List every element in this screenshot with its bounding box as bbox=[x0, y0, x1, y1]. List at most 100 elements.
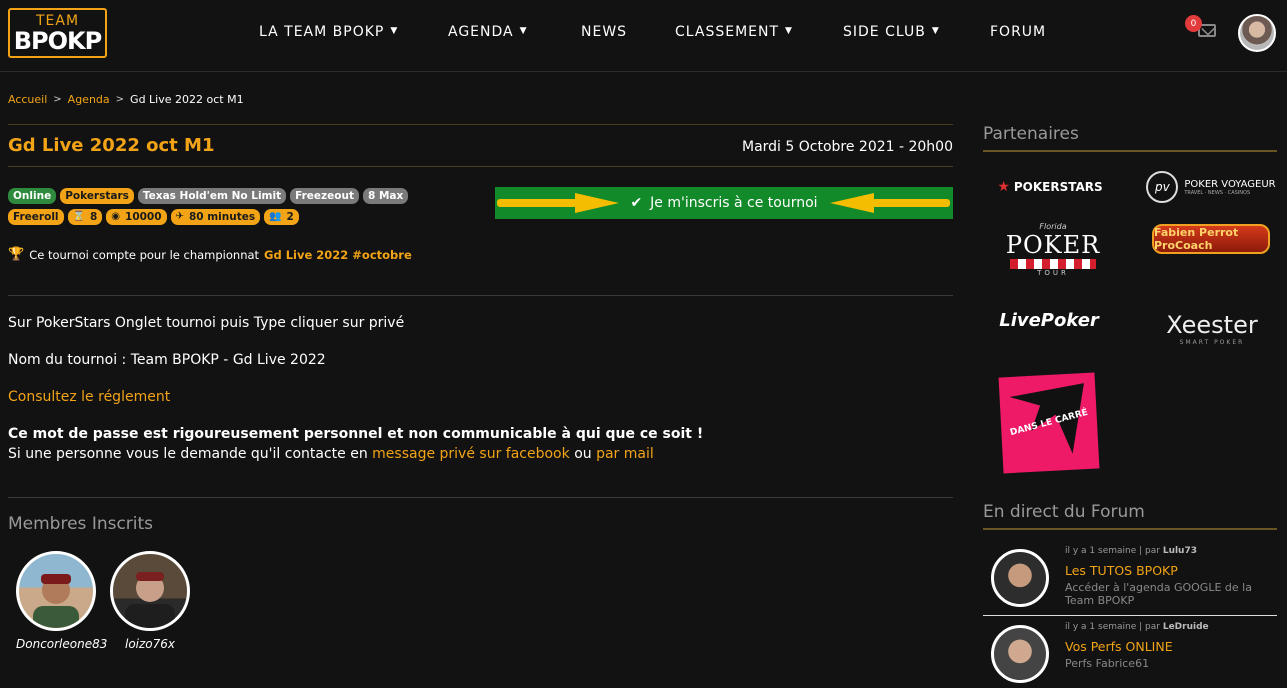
logo-line2: BPOKP bbox=[13, 26, 102, 55]
partner-label: Fabien Perrot ProCoach bbox=[1154, 226, 1239, 252]
forum-post[interactable]: il y a 1 semaine | par LeDruide Vos Perf… bbox=[983, 616, 1277, 688]
badge-room: Pokerstars bbox=[60, 188, 134, 204]
partner-label: POKER bbox=[1005, 230, 1101, 259]
badge-players: 👥 2 bbox=[264, 209, 299, 225]
tournament-name-line: Nom du tournoi : Team BPOKP - Gd Live 20… bbox=[8, 352, 326, 368]
user-avatar[interactable] bbox=[1238, 14, 1276, 52]
contact-prefix: Si une personne vous le demande qu'il co… bbox=[8, 446, 368, 462]
rules-link[interactable]: Consultez le réglement bbox=[8, 389, 170, 405]
divider bbox=[983, 528, 1277, 530]
member-name: Doncorleone83 bbox=[16, 637, 108, 651]
nav-news[interactable]: NEWS bbox=[581, 24, 627, 40]
partner-pokerstars[interactable]: ★ POKERSTARS bbox=[990, 174, 1110, 200]
breadcrumb-home[interactable]: Accueil bbox=[8, 93, 47, 106]
mail-count-badge: 0 bbox=[1185, 15, 1202, 32]
partner-sublabel: TOUR bbox=[1037, 268, 1069, 277]
mail-link[interactable]: par mail bbox=[596, 446, 654, 462]
check-icon: ✔ bbox=[630, 195, 643, 211]
partner-florida-poker-tour[interactable]: Florida POKER TOUR bbox=[998, 216, 1108, 282]
nav-forum[interactable]: FORUM bbox=[990, 24, 1046, 40]
chevron-down-icon: ▼ bbox=[390, 26, 399, 36]
nav-classement[interactable]: CLASSEMENT ▼ bbox=[675, 24, 793, 40]
checkered-icon bbox=[1010, 258, 1096, 269]
nav-la-team-bpokp[interactable]: LA TEAM BPOKP ▼ bbox=[259, 24, 398, 40]
chevron-down-icon: ▼ bbox=[519, 26, 528, 36]
avatar bbox=[991, 549, 1049, 607]
badge-players-value: 2 bbox=[286, 211, 294, 223]
partner-livepoker[interactable]: LivePoker bbox=[996, 306, 1102, 334]
forum-post-author: Lulu73 bbox=[1162, 546, 1197, 556]
breadcrumb-agenda[interactable]: Agenda bbox=[68, 93, 110, 106]
avatar bbox=[991, 625, 1049, 683]
pv-logo-icon: pv bbox=[1146, 171, 1179, 203]
plane-icon: ✈ bbox=[175, 211, 184, 222]
nav-label: CLASSEMENT bbox=[675, 24, 780, 40]
championship-link[interactable]: Gd Live 2022 #octobre bbox=[264, 248, 412, 262]
nav-agenda[interactable]: AGENDA ▼ bbox=[448, 24, 528, 40]
badge-duration: ✈ 80 minutes bbox=[170, 209, 261, 225]
partner-sublabel: SMART POKER bbox=[1179, 338, 1245, 346]
partner-label: Xeester bbox=[1166, 310, 1258, 339]
championship-info: 🏆 Ce tournoi compte pour le championnat … bbox=[8, 247, 412, 262]
forum-post-title[interactable]: Les TUTOS BPOKP bbox=[1065, 563, 1178, 578]
divider bbox=[8, 295, 953, 296]
partner-dans-le-carre[interactable]: DANS LE CARRÉ bbox=[998, 372, 1100, 474]
partner-poker-voyageur[interactable]: pv POKER VOYAGEUR TRAVEL · NEWS · CASINO… bbox=[1144, 168, 1278, 206]
tournament-badges: Online Pokerstars Texas Hold'em No Limit… bbox=[8, 188, 409, 230]
hourglass-icon: ⌛ bbox=[72, 211, 85, 222]
member-card[interactable]: Doncorleone83 bbox=[16, 551, 107, 651]
partner-label: LivePoker bbox=[999, 309, 1099, 331]
trophy-icon: 🏆 bbox=[8, 247, 25, 262]
championship-text: Ce tournoi compte pour le championnat bbox=[29, 247, 260, 262]
team-bpokp-logo[interactable]: TEAM BPOKP bbox=[8, 8, 107, 58]
forum-post-meta: il y a 1 semaine | par LeDruide bbox=[1065, 622, 1209, 632]
forum-post-meta: il y a 1 semaine | par Lulu73 bbox=[1065, 546, 1197, 556]
users-icon: 👥 bbox=[269, 211, 282, 222]
partners-title: Partenaires bbox=[983, 124, 1079, 144]
divider bbox=[8, 166, 953, 167]
forum-post-excerpt: Perfs Fabrice61 bbox=[1065, 657, 1150, 670]
forum-post-title[interactable]: Vos Perfs ONLINE bbox=[1065, 639, 1173, 654]
register-label: Je m'inscris à ce tournoi bbox=[650, 195, 818, 211]
event-date: Mardi 5 Octobre 2021 - 20h00 bbox=[741, 139, 953, 155]
nav-label: LA TEAM BPOKP bbox=[259, 24, 385, 40]
chevron-down-icon: ▼ bbox=[785, 26, 793, 36]
member-name: loizo76x bbox=[124, 637, 176, 651]
forum-post-excerpt: Accéder à l'agenda GOOGLE de la Team BPO… bbox=[1065, 581, 1252, 607]
star-icon: ★ bbox=[997, 179, 1010, 195]
avatar bbox=[110, 551, 190, 631]
badge-levels: ⌛ 8 bbox=[67, 209, 103, 225]
breadcrumb-current: Gd Live 2022 oct M1 bbox=[130, 93, 244, 106]
site-header: TEAM BPOKP LA TEAM BPOKP ▼ AGENDA ▼ NEWS C… bbox=[0, 0, 1287, 72]
member-card[interactable]: loizo76x bbox=[110, 551, 190, 651]
badge-stack: ◉ 10000 bbox=[106, 209, 167, 225]
page-title: Gd Live 2022 oct M1 bbox=[8, 135, 215, 156]
nav-side-club[interactable]: SIDE CLUB ▼ bbox=[843, 24, 940, 40]
chevron-right-icon: > bbox=[53, 94, 62, 105]
instruction-line: Sur PokerStars Onglet tournoi puis Type … bbox=[8, 315, 405, 331]
partner-xeester[interactable]: Xeester SMART POKER bbox=[1152, 308, 1272, 348]
chevron-down-icon: ▼ bbox=[931, 26, 940, 36]
partner-label: POKER VOYAGEUR bbox=[1184, 178, 1276, 190]
divider bbox=[8, 497, 953, 498]
nav-label: AGENDA bbox=[448, 24, 514, 40]
partner-fabien-perrot[interactable]: Fabien Perrot ProCoach bbox=[1152, 224, 1270, 254]
nav-label: NEWS bbox=[581, 24, 628, 40]
arrow-right-icon bbox=[497, 193, 619, 213]
divider bbox=[983, 150, 1277, 152]
badge-levels-value: 8 bbox=[89, 211, 98, 223]
partner-label: POKERSTARS bbox=[1013, 180, 1103, 194]
forum-post[interactable]: il y a 1 semaine | par Lulu73 Les TUTOS … bbox=[983, 540, 1277, 615]
tournament-description: Sur PokerStars Onglet tournoi puis Type … bbox=[8, 313, 953, 464]
nav-label: FORUM bbox=[990, 24, 1047, 40]
partner-sublabel: TRAVEL · NEWS · CASINOS bbox=[1184, 189, 1251, 196]
members-title: Membres Inscrits bbox=[8, 514, 154, 534]
password-warning: Ce mot de passe est rigoureusement perso… bbox=[8, 426, 704, 442]
forum-post-date: il y a 1 semaine | par bbox=[1065, 546, 1160, 556]
forum-post-date: il y a 1 semaine | par bbox=[1065, 622, 1160, 632]
badge-online: Online bbox=[8, 188, 57, 204]
coins-icon: ◉ bbox=[111, 211, 121, 222]
contact-line: Si une personne vous le demande qu'il co… bbox=[8, 444, 953, 464]
facebook-message-link[interactable]: message privé sur facebook bbox=[372, 446, 570, 462]
contact-mid: ou bbox=[574, 446, 592, 462]
